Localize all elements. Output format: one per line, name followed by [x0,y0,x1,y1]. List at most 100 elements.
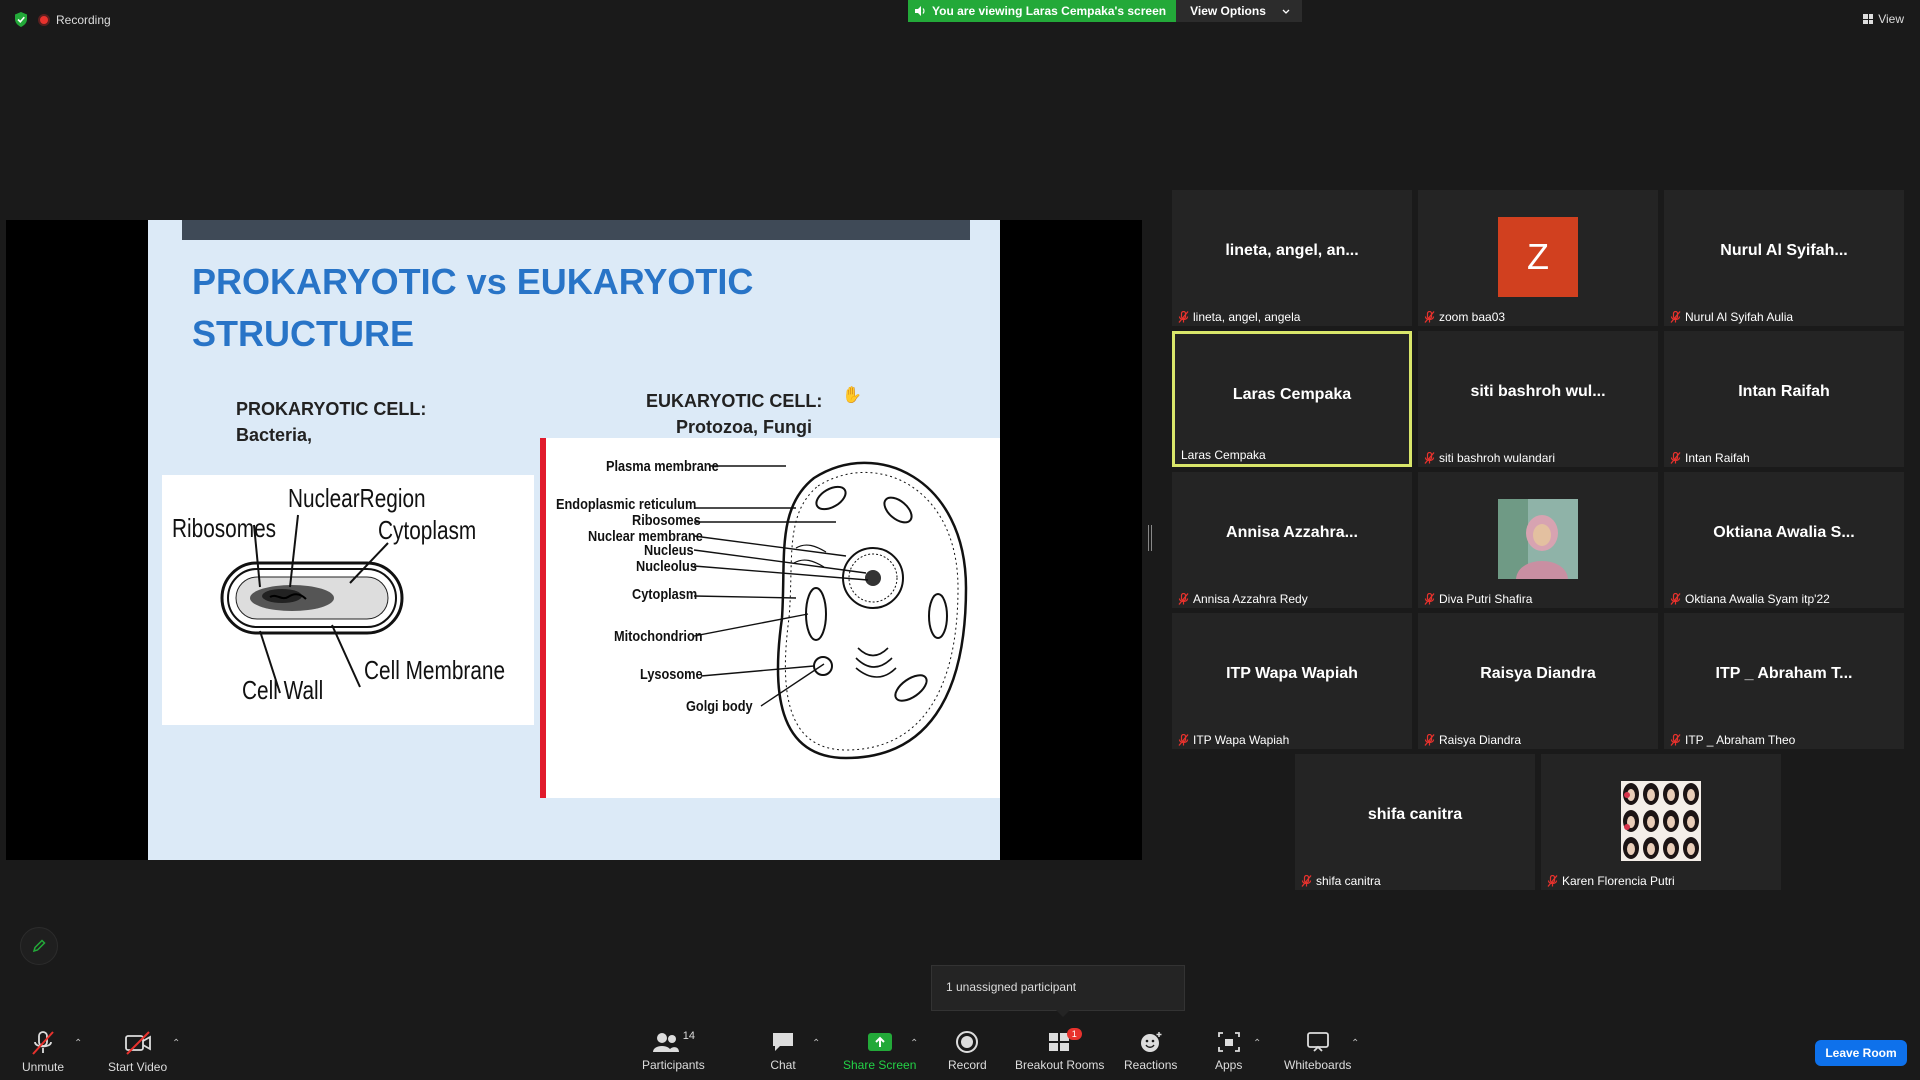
participant-label-text: Nurul Al Syifah Aulia [1685,310,1794,324]
participant-name-label: Diva Putri Shafira [1424,592,1532,606]
mic-muted-icon [1670,451,1681,464]
record-button[interactable]: Record [948,1030,987,1072]
slide-title-line1: PROKARYOTIC vs EUKARYOTIC [192,261,754,302]
prokaryotic-diagram: NuclearRegion Ribosomes Cytoplasm Cell M… [162,475,534,725]
shared-screen[interactable]: PROKARYOTIC vs EUKARYOTIC STRUCTURE PROK… [6,220,1142,860]
participant-tile[interactable]: Karen Florencia Putri [1541,754,1781,890]
leave-room-label: Leave Room [1825,1046,1897,1060]
participant-name-label: Laras Cempaka [1181,448,1266,462]
view-label: View [1878,12,1904,26]
participant-name-label: Karen Florencia Putri [1547,874,1675,888]
participant-tile[interactable]: Annisa Azzahra... Annisa Azzahra Redy [1172,472,1412,608]
participant-tile[interactable]: lineta, angel, an... lineta, angel, angel… [1172,190,1412,326]
recording-indicator[interactable]: Recording [38,13,111,27]
participant-name-label: ITP Wapa Wapiah [1178,733,1289,747]
unmute-button[interactable]: Unmute [22,1030,64,1074]
whiteboards-button[interactable]: Whiteboards [1284,1030,1351,1072]
unassigned-participant-popup[interactable]: 1 unassigned participant [931,965,1185,1017]
video-options-chevron[interactable]: ⌃ [172,1038,180,1049]
view-button[interactable]: View [1863,12,1904,26]
whiteboard-icon [1306,1032,1329,1052]
participant-label-text: Intan Raifah [1685,451,1750,465]
mic-muted-icon [1178,310,1189,323]
share-screen-button[interactable]: Share Screen [843,1030,916,1072]
record-label: Record [948,1058,987,1072]
participant-tile[interactable]: shifa canitra shifa canitra [1295,754,1535,890]
reactions-button[interactable]: Reactions [1124,1030,1177,1072]
label-cell-membrane: Cell Membrane [364,655,506,685]
start-video-button[interactable]: Start Video [108,1030,167,1074]
participant-tile[interactable]: ITP Wapa Wapiah ITP Wapa Wapiah [1172,613,1412,749]
mic-muted-icon [1178,733,1189,746]
annotate-button[interactable] [20,927,58,965]
mic-muted-icon [1301,874,1312,887]
participant-tile[interactable]: Laras Cempaka Laras Cempaka [1172,331,1412,467]
participant-name-label: Raisya Diandra [1424,733,1521,747]
video-off-icon [124,1031,151,1055]
view-options-button[interactable]: View Options [1176,0,1302,22]
breakout-rooms-label: Breakout Rooms [1015,1058,1105,1072]
slide-title: PROKARYOTIC vs EUKARYOTIC STRUCTURE [192,256,753,360]
start-video-label: Start Video [108,1060,168,1074]
label-mitochondrion: Mitochondrion [614,628,703,645]
participant-name-label: Intan Raifah [1670,451,1750,465]
eukaryotic-examples: Protozoa, Fungi [676,417,812,437]
participants-label: Participants [642,1058,705,1072]
unmute-label: Unmute [22,1060,65,1074]
mic-muted-icon [1424,733,1435,746]
eukaryotic-diagram: Plasma membrane Endoplasmic reticulum Ri… [540,438,1000,798]
eukaryotic-heading: EUKARYOTIC CELL: [646,391,823,411]
participant-name-label: Oktiana Awalia Syam itp'22 [1670,592,1830,606]
reactions-icon [1140,1032,1162,1052]
participant-label-text: Karen Florencia Putri [1562,874,1675,888]
label-ribosomes-eu: Ribosomes [632,512,701,529]
label-golgi-body: Golgi body [686,698,753,715]
participant-label-text: shifa canitra [1316,874,1381,888]
mic-muted-icon [1670,592,1681,605]
apps-button[interactable]: Apps [1215,1030,1242,1072]
participant-label-text: Raisya Diandra [1439,733,1522,747]
chat-options-chevron[interactable]: ⌃ [812,1038,820,1049]
participant-tile[interactable]: Raisya Diandra Raisya Diandra [1418,613,1658,749]
participant-display-name: shifa canitra [1367,806,1463,823]
share-screen-icon [867,1033,892,1051]
chat-button[interactable]: Chat [770,1030,796,1072]
shield-icon[interactable] [14,12,28,27]
participant-tile[interactable]: ITP _ Abraham T... ITP _ Abraham Theo [1664,613,1904,749]
participant-avatar: Z [1498,217,1578,297]
participant-photo [1498,499,1578,579]
speaker-icon [915,6,925,16]
audio-options-chevron[interactable]: ⌃ [74,1038,82,1049]
share-options-chevron[interactable]: ⌃ [910,1038,918,1049]
participant-label-text: Annisa Azzahra Redy [1193,592,1308,606]
participant-tile[interactable]: Nurul Al Syifah... Nurul Al Syifah Aulia [1664,190,1904,326]
participant-tile[interactable]: Diva Putri Shafira [1418,472,1658,608]
participant-tile[interactable]: siti bashroh wul... siti bashroh wulandar… [1418,331,1658,467]
participant-name-label: lineta, angel, angela [1178,310,1300,324]
label-cell-wall: Cell Wall [242,675,324,705]
whiteboard-options-chevron[interactable]: ⌃ [1351,1038,1359,1049]
prokaryotic-heading: PROKARYOTIC CELL: [236,399,427,419]
label-cytoplasm: Cytoplasm [378,515,477,545]
participant-display-name: Nurul Al Syifah... [1720,242,1848,259]
breakout-rooms-button[interactable]: 1 Breakout Rooms [1015,1028,1105,1072]
participant-tile[interactable]: Intan Raifah Intan Raifah [1664,331,1904,467]
split-resize-handle[interactable] [1148,525,1152,551]
participant-tile[interactable]: Oktiana Awalia S... Oktiana Awalia Syam i… [1664,472,1904,608]
mic-muted-icon [1670,310,1681,323]
participant-name-label: shifa canitra [1301,874,1381,888]
participant-display-name: Raisya Diandra [1480,665,1596,682]
participants-button[interactable]: 14 Participants [642,1030,705,1072]
apps-icon [1217,1032,1240,1052]
mic-muted-icon [1547,874,1558,887]
participant-display-name: Laras Cempaka [1232,386,1352,403]
participant-name-label: Nurul Al Syifah Aulia [1670,310,1793,324]
gallery-view-icon [1863,14,1874,24]
whiteboards-label: Whiteboards [1284,1058,1352,1072]
viewing-banner: You are viewing Laras Cempaka's screen V… [908,0,1302,22]
participant-name-label: ITP _ Abraham Theo [1670,733,1795,747]
leave-room-button[interactable]: Leave Room [1815,1040,1907,1066]
participant-tile[interactable]: Zzoom baa03 [1418,190,1658,326]
mic-muted-icon [1178,592,1189,605]
apps-options-chevron[interactable]: ⌃ [1253,1038,1261,1049]
